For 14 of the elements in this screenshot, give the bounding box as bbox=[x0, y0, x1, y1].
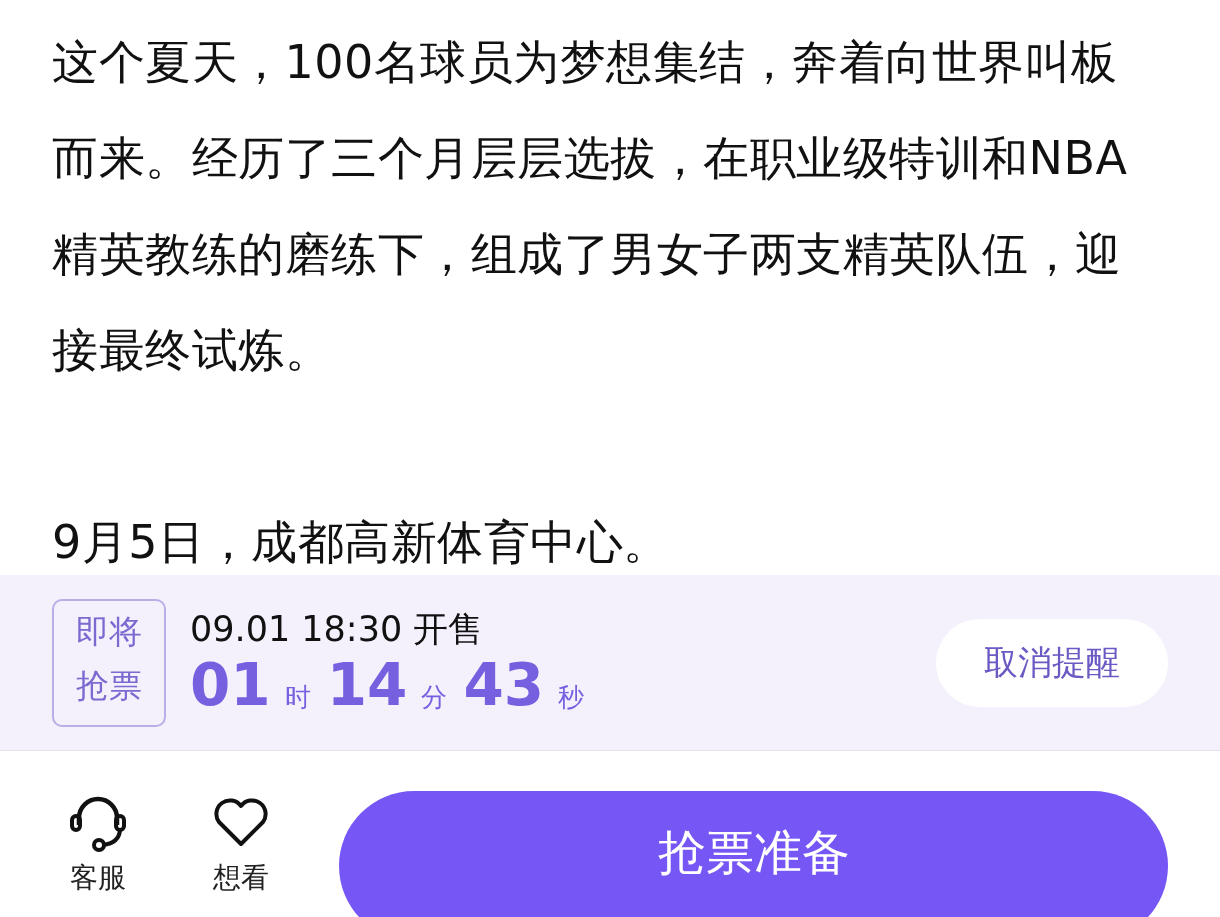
paragraph: 9月5日，成都高新体育中心。 bbox=[52, 514, 671, 571]
countdown-number: 14 bbox=[326, 652, 408, 717]
cancel-reminder-button[interactable]: 取消提醒 bbox=[936, 618, 1168, 707]
countdown-number: 43 bbox=[463, 652, 545, 717]
countdown-number: 01 bbox=[190, 652, 271, 717]
sale-time: 09.01 18:30 开售 bbox=[190, 608, 485, 649]
countdown-unit: 分 bbox=[421, 680, 448, 714]
status-badge: 即将抢票 bbox=[52, 598, 166, 727]
countdown-unit: 时 bbox=[284, 680, 311, 714]
prepare-tickets-button[interactable]: 抢票准备 bbox=[339, 791, 1168, 917]
action-label[interactable]: 想看 bbox=[213, 861, 270, 895]
countdown-unit: 秒 bbox=[558, 680, 585, 714]
paragraph: 这个夏天，100名球员为梦想集结，奔着向世界叫板而来。经历了三个月层层选拔，在职业级特训和NBA精英教练的磨练下，组成了男女子两支精英队伍，迎接最终试炼。 bbox=[52, 34, 1129, 379]
action-label[interactable]: 客服 bbox=[69, 861, 126, 895]
